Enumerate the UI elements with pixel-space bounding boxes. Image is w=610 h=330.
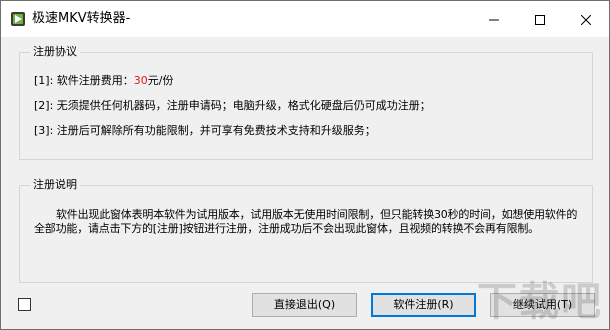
agreement-line-3: [3]: 注册后可解除所有功能限制，并可享有免费技术支持和升级服务； xyxy=(34,124,376,137)
explanation-title: 注册说明 xyxy=(30,177,80,193)
register-button[interactable]: 软件注册(R) xyxy=(371,293,476,317)
fee-price: 30 xyxy=(133,74,148,87)
registration-window: 极速MKV转换器- 注册协议 [1]: 软件注册费用：30元/份 [2]: 无须… xyxy=(0,0,610,330)
minimize-button[interactable] xyxy=(471,1,517,37)
continue-trial-button[interactable]: 继续试用(T) xyxy=(490,293,595,317)
explanation-group: 注册说明 软件出现此窗体表明本软件为试用版本，试用版本无使用时间限制，但只能转换… xyxy=(19,177,593,283)
minimize-icon xyxy=(489,10,499,29)
option-checkbox[interactable] xyxy=(18,298,31,311)
agreement-line-1: [1]: 软件注册费用：30元/份 xyxy=(34,73,174,89)
explanation-text: 软件出现此窗体表明本软件为试用版本，试用版本无使用时间限制，但只能转换30秒的时… xyxy=(34,208,578,235)
agreement-title: 注册协议 xyxy=(30,44,80,60)
exit-button[interactable]: 直接退出(Q) xyxy=(252,293,357,317)
app-icon xyxy=(10,11,26,27)
fee-unit: 元/份 xyxy=(147,74,174,87)
agreement-group: 注册协议 [1]: 软件注册费用：30元/份 [2]: 无须提供任何机器码，注册… xyxy=(19,44,593,160)
window-title: 极速MKV转换器- xyxy=(32,11,131,26)
maximize-button[interactable] xyxy=(517,1,563,37)
dialog-content: 注册协议 [1]: 软件注册费用：30元/份 [2]: 无须提供任何机器码，注册… xyxy=(1,37,609,329)
title-bar[interactable]: 极速MKV转换器- xyxy=(1,1,609,37)
close-icon xyxy=(580,10,592,29)
agreement-line-2: [2]: 无须提供任何机器码，注册申请码；电脑升级，格式化硬盘后仍可成功注册； xyxy=(34,99,431,112)
fee-label: [1]: 软件注册费用： xyxy=(34,74,134,87)
maximize-icon xyxy=(535,10,545,29)
close-button[interactable] xyxy=(563,1,609,37)
